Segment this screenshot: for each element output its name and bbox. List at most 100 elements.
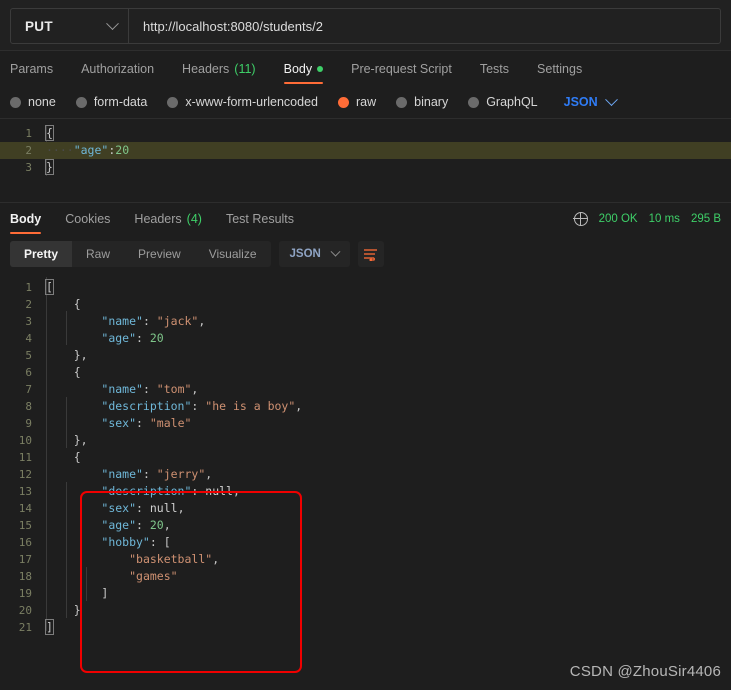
response-tab-headers-count: (4) [186,212,202,226]
view-pretty[interactable]: Pretty [10,241,73,267]
view-raw[interactable]: Raw [72,241,124,267]
tab-tests[interactable]: Tests [480,51,509,86]
request-body-editor[interactable]: 1 { 2 ····"age":20 3 } [0,119,731,203]
status-code: 200 OK [598,213,638,225]
radio-icon [468,96,480,108]
line-number: 12 [18,468,32,481]
http-method-label: PUT [25,18,53,34]
code-content: "age": 20, [101,518,171,532]
tab-body[interactable]: Body [283,51,324,86]
line-number: 18 [18,570,32,583]
response-tab-headers-label: Headers [134,212,182,226]
line-number: 3 [25,161,32,174]
table-row: 14 "sex": null, [0,500,731,517]
view-preview[interactable]: Preview [124,241,195,267]
line-number: 7 [25,383,32,396]
body-type-urlencoded-label: x-www-form-urlencoded [185,95,318,109]
code-content: { [73,450,81,464]
response-format-label: JSON [289,248,321,260]
radio-icon [167,96,179,108]
tab-settings-label: Settings [537,61,583,76]
code-content: "basketball", [129,552,220,566]
body-type-binary[interactable]: binary [396,95,448,109]
request-tab-bar: Params Authorization Headers (11) Body P… [0,51,731,86]
view-preview-label: Preview [138,247,181,261]
response-tab-headers[interactable]: Headers (4) [134,203,202,235]
response-tab-test-results[interactable]: Test Results [226,203,294,235]
response-time: 10 ms [648,213,680,225]
body-modified-dot-icon [317,65,324,72]
tab-headers[interactable]: Headers (11) [182,51,256,86]
body-type-form-data-label: form-data [93,95,148,109]
response-tabs: Body Cookies Headers (4) Test Results [10,203,318,235]
request-url-bar: PUT http://localhost:8080/students/2 [0,0,731,51]
code-content: "name": "jack", [101,314,206,328]
code-content: "age": 20 [101,331,164,345]
line-number: 6 [25,366,32,379]
line-number: 14 [18,502,32,515]
table-row: 13 "description": null, [0,483,731,500]
postman-window: PUT http://localhost:8080/students/2 Par… [0,0,731,690]
code-content: "hobby": [ [101,535,171,549]
radio-selected-icon [338,96,349,108]
tab-authorization[interactable]: Authorization [81,51,154,86]
code-content: "sex": "male" [101,416,192,430]
code-content: { [45,125,54,141]
table-row: 10 }, [0,432,731,449]
code-content: "name": "tom", [101,382,199,396]
request-body-format-dropdown[interactable]: JSON [563,92,618,109]
line-number: 1 [25,127,32,140]
globe-icon [573,211,588,227]
table-row: 18 "games" [0,568,731,585]
body-type-raw[interactable]: raw [338,95,376,109]
response-size: 295 B [690,213,721,225]
body-type-urlencoded[interactable]: x-www-form-urlencoded [167,95,318,109]
radio-icon [10,96,21,108]
body-type-graphql[interactable]: GraphQL [468,95,538,109]
request-url-input[interactable]: http://localhost:8080/students/2 [129,9,720,43]
response-tab-body[interactable]: Body [10,203,42,235]
view-pretty-label: Pretty [24,247,59,261]
word-wrap-icon [364,248,378,261]
response-tab-bar: Body Cookies Headers (4) Test Results 20… [0,203,731,235]
watermark-text: CSDN @ZhouSir4406 [569,663,721,680]
body-type-selector: none form-data x-www-form-urlencoded raw… [0,86,731,119]
view-visualize[interactable]: Visualize [195,241,271,267]
response-tab-cookies-label: Cookies [65,212,111,226]
line-number: 16 [18,536,32,549]
response-view-toolbar: Pretty Raw Preview Visualize JSON [0,235,731,273]
table-row: 7 "name": "tom", [0,381,731,398]
http-method-dropdown[interactable]: PUT [11,9,129,43]
table-row: 1 [ [0,279,731,296]
line-number: 20 [18,604,32,617]
table-row: 15 "age": 20, [0,517,731,534]
line-number: 17 [18,553,32,566]
response-format-dropdown[interactable]: JSON [278,241,350,267]
table-row: 8 "description": "he is a boy", [0,398,731,415]
body-type-form-data[interactable]: form-data [75,95,148,109]
code-content: "sex": null, [101,501,185,515]
request-body-format-label: JSON [563,95,598,109]
tab-tests-label: Tests [479,61,510,76]
tab-settings[interactable]: Settings [537,51,582,86]
response-view-modes: Pretty Raw Preview Visualize [10,241,271,267]
word-wrap-button[interactable] [357,241,384,267]
line-number: 11 [18,451,32,464]
view-visualize-label: Visualize [208,247,257,261]
body-type-none[interactable]: none [10,95,56,109]
response-body-viewer[interactable]: 1 [ 2 { 3 "name": "jack", 4 "age": 20 5 … [0,273,731,648]
line-number: 3 [25,315,32,328]
response-tab-test-results-label: Test Results [225,212,295,226]
tab-params[interactable]: Params [10,51,53,86]
code-content: } [73,603,81,617]
view-raw-label: Raw [86,247,111,261]
table-row: 12 "name": "jerry", [0,466,731,483]
table-row: 17 "basketball", [0,551,731,568]
code-line: 2 ····"age":20 [0,142,731,159]
line-number: 10 [18,434,32,447]
code-content: "description": null, [101,484,240,498]
response-tab-cookies[interactable]: Cookies [65,203,110,235]
table-row: 5 }, [0,347,731,364]
chevron-down-icon [106,16,119,30]
tab-pre-request-script[interactable]: Pre-request Script [351,51,452,86]
